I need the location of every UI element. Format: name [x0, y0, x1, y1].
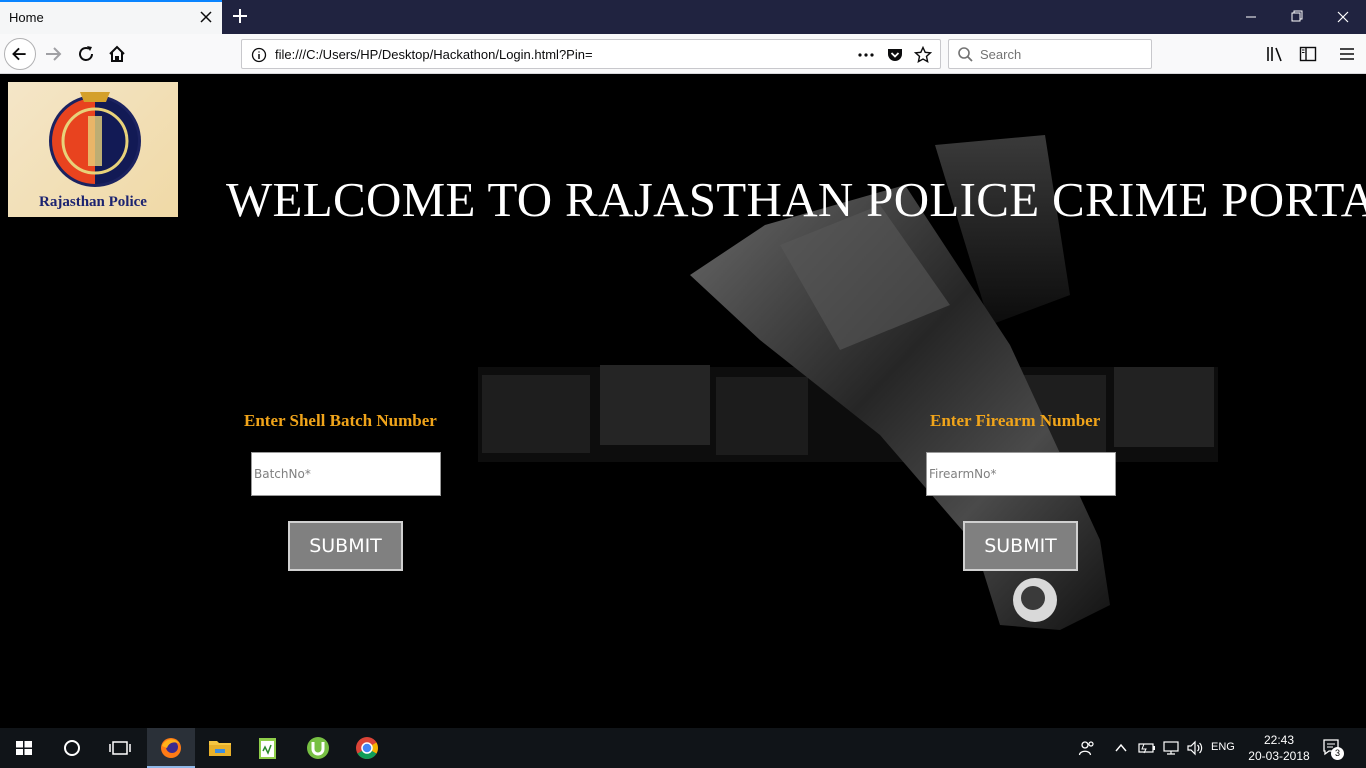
chevron-up-icon[interactable] — [1114, 741, 1128, 755]
sidebar-icon[interactable] — [1299, 46, 1317, 62]
batch-number-input[interactable] — [251, 452, 441, 496]
plus-icon[interactable] — [230, 6, 250, 26]
search-icon — [958, 47, 973, 62]
nav-toolbar: file:///C:/Users/HP/Desktop/Hackathon/Lo… — [0, 34, 1366, 74]
firearm-submit-button[interactable]: SUBMIT — [963, 521, 1078, 571]
language-indicator[interactable]: ENG — [1211, 741, 1235, 753]
taskbar: ENG 22:43 20-03-2018 3 — [0, 728, 1366, 768]
windows-start-icon[interactable] — [0, 728, 48, 768]
notepad-icon[interactable] — [244, 728, 292, 768]
info-icon[interactable] — [251, 47, 267, 63]
minimize-icon[interactable] — [1228, 0, 1274, 34]
battery-icon[interactable] — [1138, 740, 1156, 756]
tab-home[interactable]: Home — [0, 0, 222, 34]
rajasthan-police-logo: Rajasthan Police — [8, 82, 178, 217]
volume-icon[interactable] — [1186, 739, 1204, 757]
restore-icon[interactable] — [1274, 0, 1320, 34]
page-title: WELCOME TO RAJASTHAN POLICE CRIME PORTAI — [226, 172, 1366, 227]
firefox-icon — [161, 738, 181, 758]
chrome-icon[interactable] — [343, 728, 391, 768]
utorrent-icon[interactable] — [294, 728, 342, 768]
search-bar[interactable]: Search — [948, 39, 1152, 69]
tab-strip: Home — [0, 0, 1366, 34]
menu-icon[interactable] — [1338, 46, 1356, 62]
task-view-icon[interactable] — [96, 728, 144, 768]
forward-arrow-icon[interactable] — [38, 38, 70, 70]
firearm-number-input[interactable] — [926, 452, 1116, 496]
logo-text: Rajasthan Police — [39, 194, 147, 210]
cortana-icon[interactable] — [48, 728, 96, 768]
url-text[interactable]: file:///C:/Users/HP/Desktop/Hackathon/Lo… — [275, 47, 593, 62]
more-icon[interactable] — [856, 47, 876, 63]
library-icon[interactable] — [1266, 46, 1284, 62]
back-arrow-icon[interactable] — [4, 38, 36, 70]
star-icon[interactable] — [914, 46, 932, 64]
tab-title: Home — [9, 10, 44, 25]
clock-date: 20-03-2018 — [1248, 749, 1310, 763]
firearm-label: Enter Firearm Number — [930, 411, 1101, 430]
action-center[interactable]: 3 — [1322, 738, 1346, 760]
shell-submit-button[interactable]: SUBMIT — [288, 521, 403, 571]
clock[interactable]: 22:43 20-03-2018 — [1244, 732, 1314, 764]
search-placeholder: Search — [980, 47, 1022, 62]
file-explorer-icon[interactable] — [196, 728, 244, 768]
home-icon[interactable] — [101, 38, 133, 70]
page-content: Rajasthan Police WELCOME TO RAJASTHAN PO… — [0, 75, 1366, 728]
reload-icon[interactable] — [70, 38, 102, 70]
notification-badge: 3 — [1331, 747, 1344, 760]
window-close-icon[interactable] — [1320, 0, 1366, 34]
police-emblem-icon — [49, 92, 141, 187]
clock-time: 22:43 — [1263, 733, 1295, 747]
taskbar-firefox[interactable] — [147, 728, 195, 768]
people-icon[interactable] — [1078, 739, 1096, 757]
shell-batch-label: Enter Shell Batch Number — [244, 411, 437, 430]
pocket-icon[interactable] — [886, 46, 904, 64]
address-bar[interactable]: file:///C:/Users/HP/Desktop/Hackathon/Lo… — [241, 39, 941, 69]
network-icon[interactable] — [1162, 739, 1180, 757]
close-icon[interactable] — [198, 9, 214, 25]
